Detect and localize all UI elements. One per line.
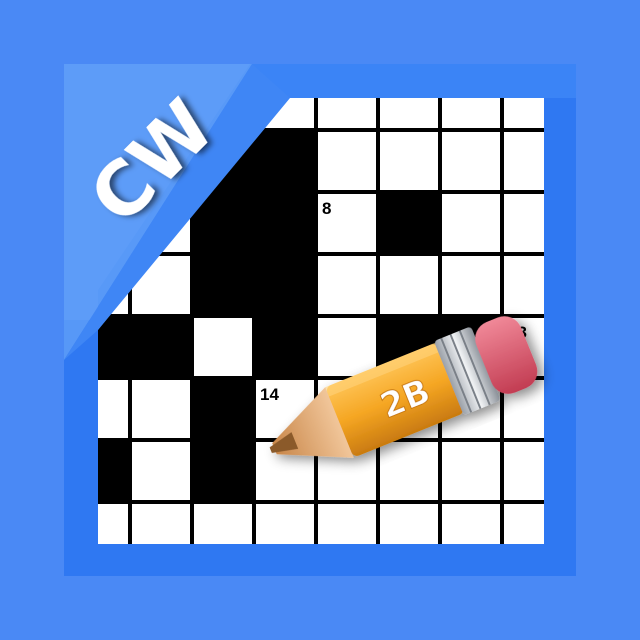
white-cell — [318, 256, 376, 314]
white-cell — [380, 442, 438, 500]
black-cell — [194, 442, 252, 500]
white-cell — [442, 442, 500, 500]
clue-number: 12 — [260, 323, 279, 342]
black-cell — [194, 380, 252, 438]
white-cell — [442, 132, 500, 190]
black-cell — [194, 256, 252, 314]
crossword-app-icon: 68911121314 CW 2B — [64, 64, 576, 576]
white-cell — [380, 132, 438, 190]
white-cell — [380, 256, 438, 314]
white-cell — [318, 318, 376, 376]
white-cell — [442, 256, 500, 314]
black-cell — [256, 132, 314, 190]
clue-number: 11 — [136, 323, 154, 342]
black-cell — [380, 194, 438, 252]
clue-number: 14 — [260, 385, 279, 404]
white-cell — [132, 380, 190, 438]
black-cell — [256, 194, 314, 252]
white-cell — [132, 442, 190, 500]
white-cell — [194, 318, 252, 376]
clue-number: 9 — [260, 261, 269, 280]
white-cell — [442, 194, 500, 252]
white-cell — [318, 132, 376, 190]
clue-number: 8 — [322, 199, 331, 218]
